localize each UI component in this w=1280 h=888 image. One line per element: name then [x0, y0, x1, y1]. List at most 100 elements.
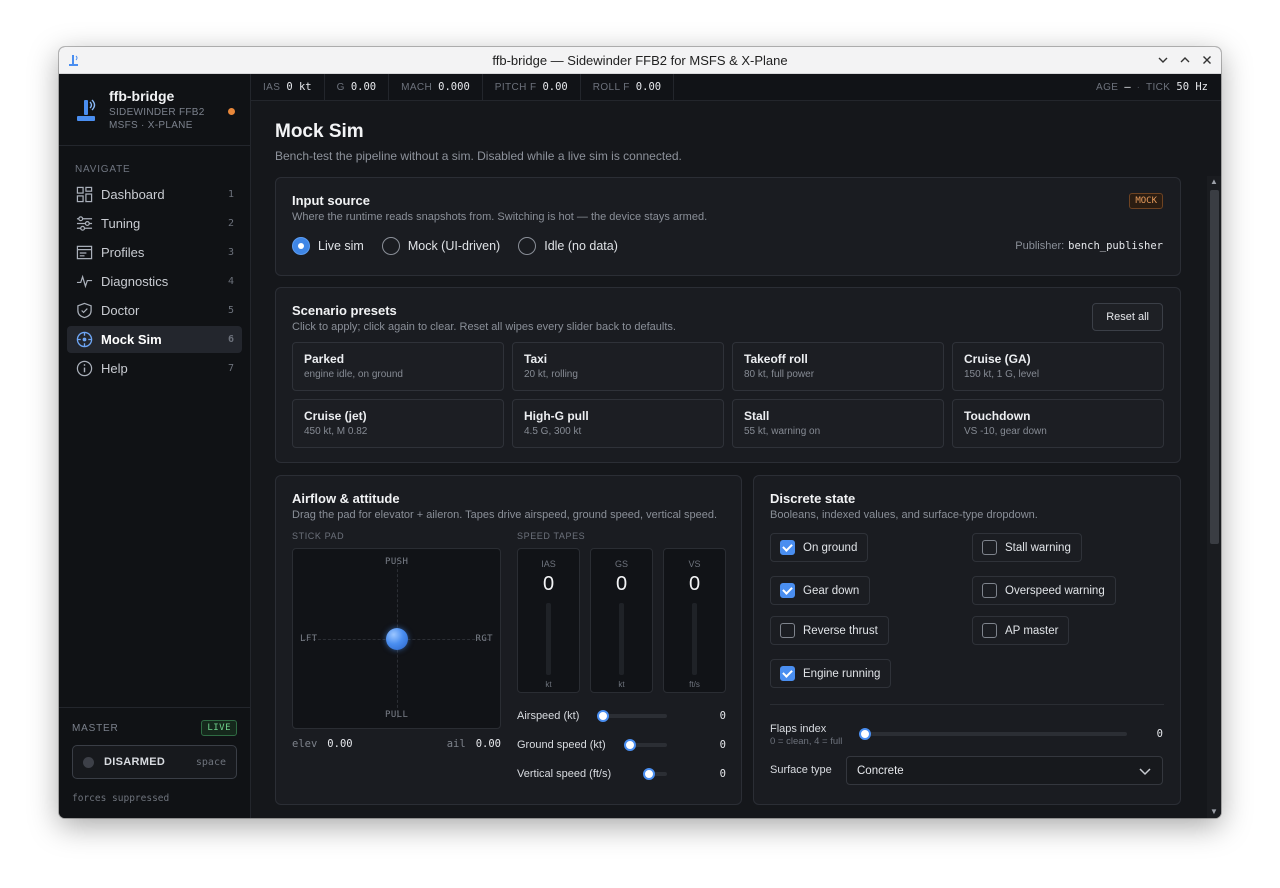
forces-note: forces suppressed — [72, 793, 170, 804]
checkbox-reverse-thrust[interactable]: Reverse thrust — [770, 616, 889, 645]
stick-pad[interactable]: PUSH PULL LFT RGT — [292, 548, 501, 729]
preset-name: Parked — [304, 352, 345, 366]
radio-label: Idle (no data) — [544, 239, 618, 253]
preset-high-g-pull[interactable]: High-G pull 4.5 G, 300 kt — [512, 399, 724, 448]
tape-gs[interactable]: GS 0 kt — [590, 548, 653, 693]
preset-parked[interactable]: Parked engine idle, on ground — [292, 342, 504, 391]
checkbox-engine-running[interactable]: Engine running — [770, 659, 892, 688]
preset-stall[interactable]: Stall 55 kt, warning on — [732, 399, 944, 448]
nav-item-mock-sim[interactable]: Mock Sim 6 — [67, 326, 242, 353]
ground-speed-slider-thumb[interactable] — [624, 739, 636, 751]
tape-unit: kt — [545, 680, 552, 689]
flaps-slider-thumb[interactable] — [859, 728, 871, 740]
nav-item-dashboard[interactable]: Dashboard 1 — [67, 181, 242, 208]
surface-type-select[interactable]: Concrete — [846, 756, 1163, 785]
tape-bar — [619, 603, 624, 675]
checkbox-indicator — [982, 540, 997, 555]
preset-desc: 80 kt, full power — [744, 369, 815, 380]
joystick-logo-icon — [77, 99, 96, 121]
nav-item-label: Diagnostics — [101, 274, 169, 289]
maximize-button[interactable] — [1177, 52, 1193, 68]
radio-mock[interactable]: Mock (UI-driven) — [381, 237, 500, 255]
scrollbar-thumb[interactable] — [1210, 190, 1219, 544]
ail-value: 0.00 — [475, 738, 501, 750]
arm-toggle-button[interactable]: DISARMED space — [72, 745, 237, 779]
nav-item-doctor[interactable]: Doctor 5 — [67, 297, 242, 324]
pad-left-label: LFT — [300, 634, 318, 644]
section-divider — [770, 704, 1164, 705]
slider-value: 0 — [719, 710, 726, 722]
sidebar: ffb-bridge SIDEWINDER FFB2 MSFS · X-PLAN… — [59, 74, 251, 818]
minimize-button[interactable] — [1155, 52, 1171, 68]
chevron-up-icon — [1180, 57, 1190, 63]
preset-touchdown[interactable]: Touchdown VS -10, gear down — [952, 399, 1164, 448]
telemetry-tick-value: 50 Hz — [1176, 81, 1208, 93]
window-title: ffb-bridge — Sidewinder FFB2 for MSFS & … — [492, 52, 788, 68]
nav-item-label: Help — [101, 361, 128, 376]
crosshair-icon — [76, 331, 92, 348]
discrete-state-card: Discrete state Booleans, indexed values,… — [753, 475, 1181, 805]
nav-item-shortcut: 5 — [227, 305, 234, 316]
main-content: Mock Sim Bench-test the pipeline without… — [251, 101, 1221, 818]
flaps-slider-track[interactable] — [859, 732, 1127, 736]
checkbox-overspeed-warning[interactable]: Overspeed warning — [972, 576, 1116, 605]
select-value: Concrete — [857, 764, 904, 777]
preset-cruise-ga[interactable]: Cruise (GA) 150 kt, 1 G, level — [952, 342, 1164, 391]
airspeed-slider-thumb[interactable] — [597, 710, 609, 722]
preset-taxi[interactable]: Taxi 20 kt, rolling — [512, 342, 724, 391]
nav-item-label: Mock Sim — [101, 332, 162, 347]
arm-status-dot — [83, 756, 94, 768]
radio-idle[interactable]: Idle (no data) — [518, 237, 618, 255]
preset-name: Stall — [744, 409, 770, 423]
brand-name: ffb-bridge — [109, 87, 175, 104]
checkbox-label: Reverse thrust — [803, 624, 878, 637]
preset-takeoff-roll[interactable]: Takeoff roll 80 kt, full power — [732, 342, 944, 391]
speed-tapes-label: SPEED TAPES — [517, 531, 586, 541]
telemetry-value: 0.00 — [542, 81, 568, 93]
preset-desc: 55 kt, warning on — [744, 426, 821, 437]
vertical-speed-slider-thumb[interactable] — [643, 768, 655, 780]
nav-item-diagnostics[interactable]: Diagnostics 4 — [67, 268, 242, 295]
checkbox-indicator — [982, 583, 997, 598]
scroll-down-icon[interactable]: ▼ — [1207, 806, 1221, 818]
info-icon — [76, 360, 92, 377]
tape-value: 0 — [542, 573, 555, 595]
connection-status-dot — [228, 108, 235, 115]
tape-vs[interactable]: VS 0 ft/s — [663, 548, 726, 693]
close-button[interactable] — [1199, 52, 1215, 68]
telemetry-value: 0 kt — [286, 81, 312, 93]
page-subtitle: Bench-test the pipeline without a sim. D… — [275, 149, 682, 163]
checkbox-on-ground[interactable]: On ground — [770, 533, 869, 562]
slider-label: Ground speed (kt) — [517, 739, 606, 751]
brand-platforms: MSFS · X-PLANE — [109, 119, 193, 131]
telemetry-key: G — [336, 81, 345, 93]
nav-item-shortcut: 3 — [227, 247, 234, 258]
reset-all-button[interactable]: Reset all — [1092, 303, 1163, 331]
preset-cruise-jet[interactable]: Cruise (jet) 450 kt, M 0.82 — [292, 399, 504, 448]
nav-item-shortcut: 2 — [227, 218, 234, 229]
nav-item-tuning[interactable]: Tuning 2 — [67, 210, 242, 237]
checkbox-gear-down[interactable]: Gear down — [770, 576, 871, 605]
tape-value: 0 — [615, 573, 628, 595]
publisher-info: Publisher: bench_publisher — [1015, 240, 1163, 252]
checkbox-stall-warning[interactable]: Stall warning — [972, 533, 1082, 562]
preset-desc: 150 kt, 1 G, level — [964, 369, 1040, 380]
flaps-value: 0 — [1156, 728, 1163, 740]
telemetry-g: G 0.00 — [325, 74, 390, 100]
content-scrollbar[interactable]: ▲ ▼ — [1207, 176, 1221, 818]
nav-item-profiles[interactable]: Profiles 3 — [67, 239, 242, 266]
scroll-up-icon[interactable]: ▲ — [1207, 176, 1221, 188]
nav-item-help[interactable]: Help 7 — [67, 355, 242, 382]
checkbox-ap-master[interactable]: AP master — [972, 616, 1070, 645]
airspeed-slider-track[interactable] — [603, 714, 667, 718]
tape-ias[interactable]: IAS 0 kt — [517, 548, 580, 693]
nav-item-shortcut: 1 — [227, 189, 234, 200]
pad-right-label: RGT — [475, 634, 493, 644]
pad-pull-label: PULL — [385, 710, 409, 720]
live-badge: LIVE — [201, 720, 237, 736]
card-subtitle: Click to apply; click again to clear. Re… — [292, 321, 676, 333]
stick-handle[interactable] — [386, 628, 408, 650]
preset-desc: 4.5 G, 300 kt — [524, 426, 582, 437]
radio-live-sim[interactable]: Live sim — [292, 237, 364, 255]
window-controls — [1155, 52, 1215, 68]
